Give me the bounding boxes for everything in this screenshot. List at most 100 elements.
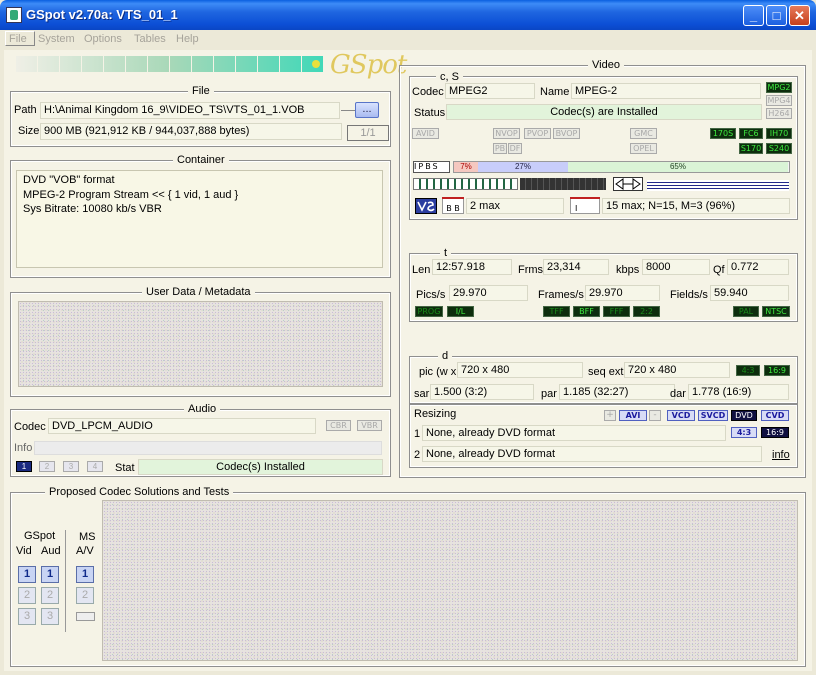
codec-subpanel-title: c, S [436, 71, 463, 83]
resize-avi-button[interactable]: AVI [619, 410, 647, 421]
frame-s-label: S [432, 162, 440, 171]
video-name-label: Name [540, 86, 570, 98]
tag-fc6: FC6 [739, 128, 763, 139]
max-b-field: 2 max [466, 198, 564, 214]
tag-s170: S170 [739, 143, 763, 154]
gspot-aud-1-button[interactable]: 1 [41, 566, 59, 583]
fields-label: Fields/s [670, 289, 708, 301]
tag-fff: FFF [603, 306, 630, 317]
gspot-vid-2-button[interactable]: 2 [18, 587, 36, 604]
resize-ar-4-3-button[interactable]: 4:3 [731, 427, 757, 438]
tag-mpg4: MPG4 [766, 95, 792, 106]
window-title: GSpot v2.70a: VTS_01_1 [26, 7, 178, 22]
audio-codec-field: DVD_LPCM_AUDIO [48, 418, 316, 434]
gop-field: 15 max; N=15, M=3 (96%) [602, 198, 790, 214]
tag-ar-4-3: 4:3 [736, 365, 760, 376]
resize-vcd-button[interactable]: VCD [667, 410, 695, 421]
p-frame-bar: 27% [478, 162, 568, 172]
seqext-field: 720 x 480 [624, 362, 730, 378]
proposed-divider [65, 530, 66, 632]
container-info: DVD "VOB" format MPEG-2 Program Stream <… [16, 170, 383, 268]
resize-dvd-button[interactable]: DVD [731, 410, 757, 421]
frames-field: 29.970 [585, 285, 660, 301]
frms-label: Frms [518, 264, 544, 276]
video-panel-title: Video [588, 59, 624, 71]
app-icon[interactable] [6, 7, 22, 23]
tag-avid: AVID [412, 128, 439, 139]
tag-22: 2:2 [633, 306, 660, 317]
audio-track-4-button[interactable]: 4 [87, 461, 103, 472]
gspot-aud-2-button[interactable]: 2 [41, 587, 59, 604]
close-button[interactable]: ✕ [789, 5, 810, 26]
logo-gradient-strip [16, 56, 324, 72]
gspot-vid-3-button[interactable]: 3 [18, 608, 36, 625]
gspot-logo: GSpot [330, 50, 407, 80]
frame-type-letters: IPBS [414, 162, 440, 171]
vs-logo-icon [415, 198, 437, 214]
tag-interlaced: I/L [447, 306, 474, 317]
frames-label: Frames/s [538, 289, 584, 301]
audio-stat-label: Stat [115, 462, 135, 474]
audio-track-2-button[interactable]: 2 [39, 461, 55, 472]
resize-row-1-field: None, already DVD format [422, 425, 726, 441]
time-subpanel-title: t [440, 247, 452, 259]
frame-b-label: B [425, 162, 433, 171]
tag-nvop: NVOP [493, 128, 520, 139]
par-field: 1.185 (32:27) [559, 384, 675, 400]
sar-label: sar [414, 388, 430, 400]
resize-ar-16-9-button[interactable]: 16:9 [761, 427, 789, 438]
audio-track-3-button[interactable]: 3 [63, 461, 79, 472]
video-codec-field: MPEG2 [445, 83, 535, 99]
tag-df: DF [508, 143, 522, 154]
minimize-button[interactable]: _ [743, 5, 764, 26]
ms-av-2-button[interactable]: 2 [76, 587, 94, 604]
menu-file[interactable]: File [9, 33, 27, 45]
tag-ih70: IH70 [766, 128, 792, 139]
gspot-vid-1-button[interactable]: 1 [18, 566, 36, 583]
tag-prog: PROG [415, 306, 443, 317]
tag-pal: PAL [733, 306, 759, 317]
resize-row-2-field: None, already DVD format [422, 446, 762, 462]
i-frame-bar: 7% [454, 162, 478, 172]
container-panel-title: Container [173, 154, 229, 166]
menu-help[interactable]: Help [176, 33, 199, 45]
video-name-field: MPEG-2 [571, 83, 761, 99]
gspot-aud-3-button[interactable]: 3 [41, 608, 59, 625]
resize-row-1-label: 1 [414, 428, 421, 440]
dar-field: 1.778 (16:9) [688, 384, 789, 400]
qf-label: Qf [713, 264, 725, 276]
bb-tag: B B [442, 198, 464, 214]
resize-cvd-button[interactable]: CVD [761, 410, 789, 421]
len-field: 12:57.918 [432, 259, 512, 275]
menu-tables[interactable]: Tables [134, 33, 166, 45]
resize-plus-button[interactable]: + [604, 410, 616, 421]
tag-pvop: PVOP [524, 128, 551, 139]
maximize-button[interactable]: □ [766, 5, 787, 26]
tag-tff: TFF [543, 306, 570, 317]
proposed-panel-title: Proposed Codec Solutions and Tests [45, 486, 234, 498]
ms-av-1-button[interactable]: 1 [76, 566, 94, 583]
tag-opel: OPEL [630, 143, 657, 154]
tag-pb: PB [493, 143, 507, 154]
resize-svcd-button[interactable]: SVCD [698, 410, 728, 421]
container-line-1: DVD "VOB" format [23, 174, 115, 186]
userdata-content [18, 301, 383, 387]
tag-h264: H264 [766, 108, 792, 119]
menu-system[interactable]: System [38, 33, 75, 45]
tag-gmc: GMC [630, 128, 657, 139]
video-status-field: Codec(s) are Installed [446, 104, 762, 120]
container-line-2: MPEG-2 Program Stream << { 1 vid, 1 aud … [23, 188, 239, 201]
fields-field: 59.940 [710, 285, 789, 301]
size-label: Size [18, 125, 40, 137]
vid-label: Vid [16, 545, 32, 557]
size-field: 900 MB (921,912 KB / 944,037,888 bytes) [40, 123, 342, 140]
browse-button[interactable]: ... [355, 102, 379, 118]
dar-label: dar [670, 388, 686, 400]
info-link[interactable]: info [772, 449, 790, 461]
path-field[interactable]: H:\Animal Kingdom 16_9\VIDEO_TS\VTS_01_1… [40, 102, 340, 119]
audio-track-1-button[interactable]: 1 [16, 461, 32, 472]
menu-options[interactable]: Options [84, 33, 122, 45]
file-page-button[interactable]: 1/1 [347, 125, 389, 141]
resize-minus-button[interactable]: - [649, 410, 661, 421]
bb-marker-icon [442, 197, 464, 199]
